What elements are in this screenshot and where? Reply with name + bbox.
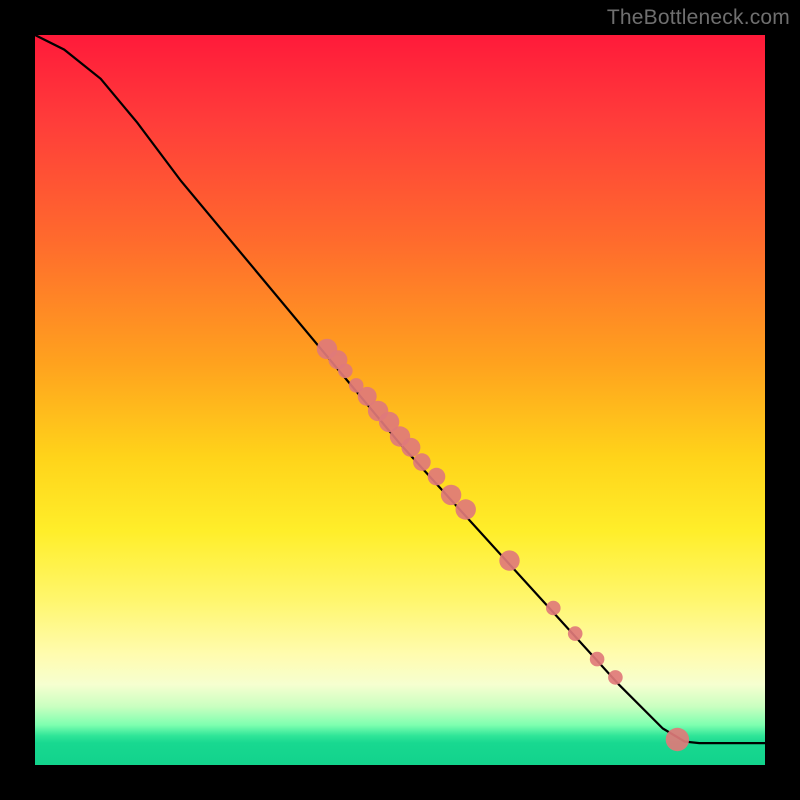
- data-point: [608, 670, 623, 685]
- data-point: [568, 626, 583, 641]
- data-point: [456, 499, 476, 519]
- data-point: [546, 601, 561, 616]
- plot-area: [35, 35, 765, 765]
- data-point: [499, 550, 519, 570]
- watermark-text: TheBottleneck.com: [607, 6, 790, 30]
- data-point: [441, 485, 461, 505]
- data-points: [317, 339, 689, 752]
- data-point: [428, 468, 446, 486]
- data-point: [666, 728, 689, 751]
- data-point: [413, 453, 431, 471]
- chart-svg: [35, 35, 765, 765]
- chart-frame: TheBottleneck.com: [0, 0, 800, 800]
- data-curve: [35, 35, 765, 743]
- data-point: [401, 438, 420, 457]
- data-point: [590, 652, 605, 667]
- data-point: [338, 364, 353, 379]
